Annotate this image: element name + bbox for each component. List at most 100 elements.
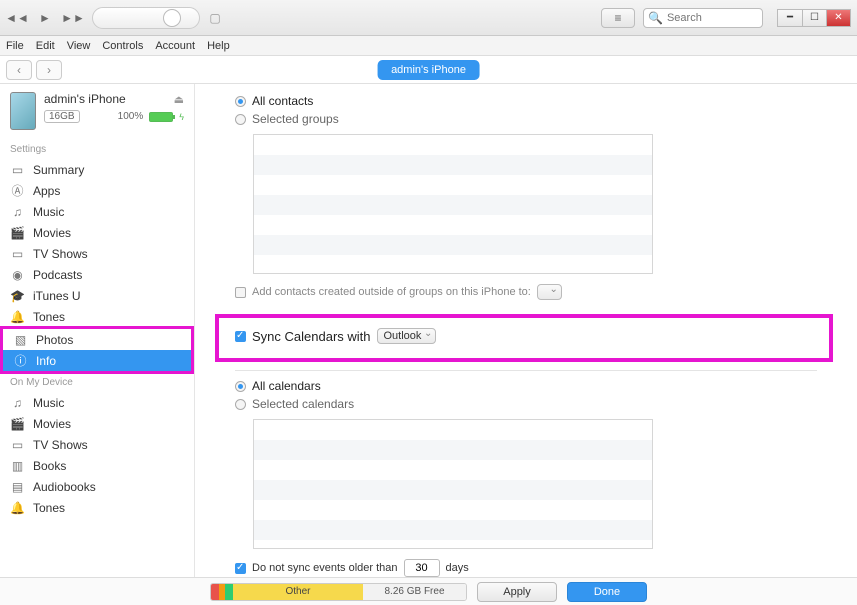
tvshows-icon: ▭ (10, 437, 25, 452)
storage-bar: Other 8.26 GB Free (210, 583, 467, 601)
battery-icon (149, 112, 173, 122)
calendars-all-radio[interactable]: All calendars (235, 377, 817, 395)
radio-label: Selected calendars (252, 397, 354, 411)
podcasts-icon: ◉ (10, 267, 25, 282)
device-pill[interactable]: admin's iPhone (377, 60, 480, 80)
sidebar-item-movies[interactable]: 🎬Movies (0, 222, 194, 243)
storage-seg-free: 8.26 GB Free (363, 584, 466, 600)
sidebar-item-label: Photos (36, 333, 73, 347)
sync-calendars-app-select[interactable]: Outlook (377, 328, 437, 344)
sidebar-item-label: Info (36, 354, 56, 368)
list-view-button[interactable]: ≡ (601, 8, 635, 28)
sidebar-item-label: Tones (33, 310, 65, 324)
highlight-annotation: ▧ Photos ⓘ Info (0, 326, 194, 374)
sidebar-item-photos[interactable]: ▧ Photos (3, 329, 191, 350)
apply-button[interactable]: Apply (477, 582, 557, 602)
photos-icon: ▧ (13, 332, 28, 347)
done-button[interactable]: Done (567, 582, 647, 602)
sidebar-item-od-tones[interactable]: 🔔 Tones (0, 497, 194, 518)
radio-icon (235, 399, 246, 410)
sidebar-item-tones[interactable]: 🔔Tones (0, 306, 194, 327)
menu-view[interactable]: View (67, 40, 91, 52)
sidebar-item-od-movies[interactable]: 🎬 Movies (0, 413, 194, 434)
sidebar-item-music[interactable]: ♫Music (0, 201, 194, 222)
books-icon: ▥ (10, 458, 25, 473)
audiobooks-icon: ▤ (10, 479, 25, 494)
back-button[interactable]: ‹ (6, 60, 32, 80)
storage-seg-other: Other (233, 584, 363, 600)
forward-button-nav[interactable]: › (36, 60, 62, 80)
older-events-row: Do not sync events older than days (235, 555, 817, 577)
eject-icon[interactable]: ⏏ (174, 93, 184, 106)
sync-calendars-row: Sync Calendars with Outlook (235, 328, 815, 344)
older-events-label-pre: Do not sync events older than (252, 562, 398, 574)
close-button[interactable]: ✕ (826, 10, 850, 26)
radio-label: All contacts (252, 94, 313, 108)
settings-section-label: Settings (0, 140, 194, 159)
minimize-button[interactable]: ━ (778, 10, 802, 26)
sidebar-item-label: TV Shows (33, 247, 88, 261)
radio-label: All calendars (252, 379, 321, 393)
checkbox-label: Add contacts created outside of groups o… (252, 286, 531, 298)
add-outside-contacts-row: Add contacts created outside of groups o… (235, 280, 817, 304)
contacts-selected-radio[interactable]: Selected groups (235, 110, 817, 128)
titlebar: ◄◄ ► ►► ▢ ≡ 🔍 ━ ☐ ✕ (0, 0, 857, 36)
menu-controls[interactable]: Controls (102, 40, 143, 52)
add-outside-select[interactable] (537, 284, 562, 300)
storage-seg (225, 584, 233, 600)
content-pane[interactable]: All contacts Selected groups Add contact… (195, 84, 857, 577)
sidebar-item-info[interactable]: ⓘ Info (3, 350, 191, 371)
contacts-all-radio[interactable]: All contacts (235, 92, 817, 110)
sidebar-item-od-music[interactable]: ♫Music (0, 392, 194, 413)
add-outside-checkbox[interactable] (235, 287, 246, 298)
sidebar-item-od-tvshows[interactable]: ▭TV Shows (0, 434, 194, 455)
subheader: ‹ › admin's iPhone (0, 56, 857, 84)
volume-slider[interactable] (92, 7, 200, 29)
ondevice-section-label: On My Device (0, 373, 194, 392)
sidebar-item-label: Tones (33, 501, 65, 515)
calendars-selected-radio[interactable]: Selected calendars (235, 395, 817, 413)
window-controls: ━ ☐ ✕ (777, 9, 851, 27)
playback-controls: ◄◄ ► ►► (6, 7, 84, 29)
play-button[interactable]: ► (34, 7, 56, 29)
sidebar-item-podcasts[interactable]: ◉Podcasts (0, 264, 194, 285)
airplay-icon[interactable]: ▢ (204, 7, 226, 29)
sidebar-item-label: Summary (33, 163, 84, 177)
sidebar-item-od-audiobooks[interactable]: ▤ Audiobooks (0, 476, 194, 497)
movies-icon: 🎬 (10, 225, 25, 240)
charging-icon: ϟ (179, 112, 184, 122)
sidebar-item-label: iTunes U (33, 289, 81, 303)
forward-button[interactable]: ►► (62, 7, 84, 29)
info-icon: ⓘ (13, 353, 28, 368)
apps-icon: Ⓐ (10, 183, 25, 198)
sidebar-item-label: Audiobooks (33, 480, 96, 494)
search-input[interactable] (667, 12, 747, 24)
radio-icon (235, 96, 246, 107)
menu-file[interactable]: File (6, 40, 24, 52)
sidebar-item-od-books[interactable]: ▥ Books (0, 455, 194, 476)
sidebar-item-label: Music (33, 205, 64, 219)
rewind-button[interactable]: ◄◄ (6, 7, 28, 29)
summary-icon: ▭ (10, 162, 25, 177)
device-capacity: 16GB (44, 110, 80, 123)
menu-account[interactable]: Account (155, 40, 195, 52)
search-box[interactable]: 🔍 (643, 8, 763, 28)
menu-help[interactable]: Help (207, 40, 230, 52)
sidebar-item-itunesu[interactable]: 🎓iTunes U (0, 285, 194, 306)
sidebar-item-summary[interactable]: ▭ Summary (0, 159, 194, 180)
contacts-groups-listbox (253, 134, 653, 274)
movies-icon: 🎬 (10, 416, 25, 431)
tones-icon: 🔔 (10, 500, 25, 515)
sidebar-item-apps[interactable]: ⒶApps (0, 180, 194, 201)
sidebar-item-label: Movies (33, 417, 71, 431)
sync-calendars-checkbox[interactable] (235, 331, 246, 342)
sidebar-item-label: Music (33, 396, 64, 410)
older-events-days-input[interactable] (404, 559, 440, 577)
radio-label: Selected groups (252, 112, 339, 126)
menu-edit[interactable]: Edit (36, 40, 55, 52)
maximize-button[interactable]: ☐ (802, 10, 826, 26)
footer: Other 8.26 GB Free Apply Done (0, 577, 857, 605)
sidebar-item-tvshows[interactable]: ▭TV Shows (0, 243, 194, 264)
older-events-checkbox[interactable] (235, 563, 246, 574)
sidebar-item-label: Books (33, 459, 66, 473)
